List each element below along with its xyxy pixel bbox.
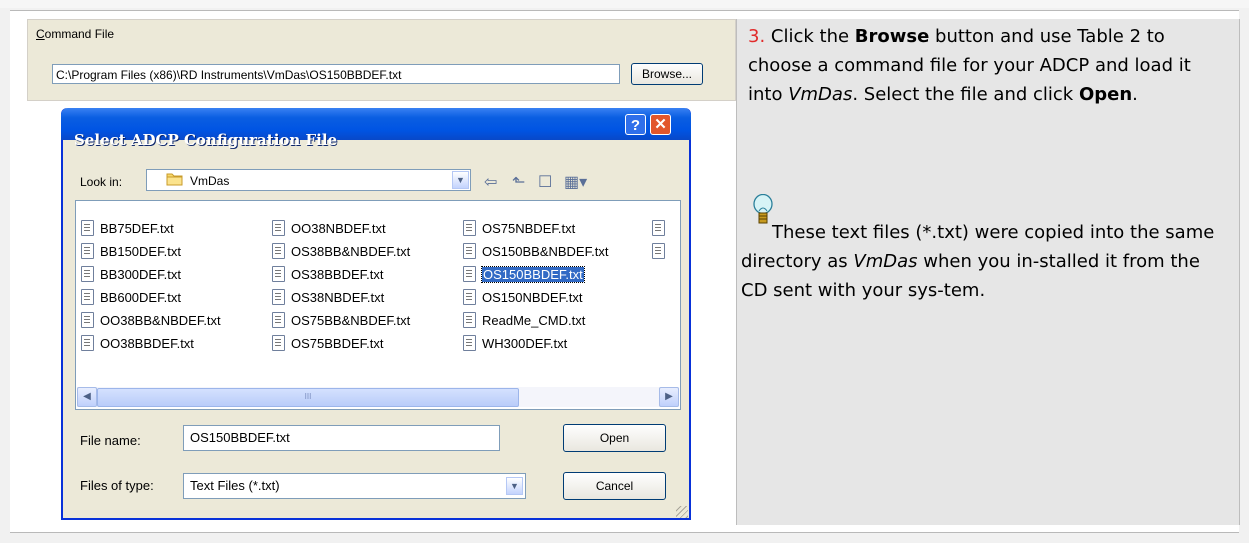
file-item-label: WH300DEF.txt xyxy=(482,336,568,351)
text-file-icon xyxy=(463,243,476,259)
text-file-icon xyxy=(81,312,94,328)
file-item[interactable]: BB600DEF.txt xyxy=(81,289,181,307)
scroll-left-icon[interactable]: ◀ xyxy=(77,387,97,407)
file-item-label: OS150BB&NBDEF.txt xyxy=(482,244,609,259)
file-item-label: OS75BB&NBDEF.txt xyxy=(291,313,411,328)
open-button[interactable]: Open xyxy=(563,424,666,452)
file-item[interactable]: OO38BBDEF.txt xyxy=(81,335,194,353)
text-file-icon xyxy=(463,335,476,351)
folder-icon xyxy=(166,173,183,186)
file-item-label: OO38BB&NBDEF.txt xyxy=(100,313,221,328)
file-item-label: BB75DEF.txt xyxy=(100,221,174,236)
file-item-label: OS75NBDEF.txt xyxy=(482,221,576,236)
file-item[interactable]: OS75BB&NBDEF.txt xyxy=(272,312,410,330)
text-file-icon xyxy=(463,266,476,282)
text-file-icon xyxy=(272,266,285,282)
file-item-label: OO38NBDEF.txt xyxy=(291,221,386,236)
command-file-label: Command File xyxy=(36,27,115,41)
help-icon[interactable]: ? xyxy=(625,114,646,135)
scroll-thumb[interactable]: III xyxy=(97,388,519,407)
file-item-label: BB600DEF.txt xyxy=(100,290,181,305)
look-in-label: Look in: xyxy=(80,175,123,189)
file-item-label: OS75BBDEF.txt xyxy=(291,336,384,351)
text-file-icon xyxy=(463,289,476,305)
command-file-group xyxy=(27,19,736,101)
file-item-label: OS38NBDEF.txt xyxy=(291,290,385,305)
file-item[interactable]: BB300DEF.txt xyxy=(81,266,181,284)
scroll-right-icon[interactable]: ▶ xyxy=(659,387,679,407)
text-file-icon xyxy=(81,266,94,282)
text-file-icon xyxy=(272,289,285,305)
look-in-dropdown-arrow[interactable]: ▼ xyxy=(452,171,469,189)
file-item[interactable]: OO38NBDEF.txt xyxy=(272,220,386,238)
text-file-icon xyxy=(272,220,285,236)
file-item[interactable]: ReadMe_CMD.txt xyxy=(463,312,585,330)
file-item-label: OS150NBDEF.txt xyxy=(482,290,583,305)
file-item-label: OS150BBDEF.txt xyxy=(481,266,585,283)
file-item[interactable]: OS38NBDEF.txt xyxy=(272,289,384,307)
file-item-label: OO38BBDEF.txt xyxy=(100,336,194,351)
tip-text: These text files (*.txt) were copied int… xyxy=(741,222,1215,301)
file-item[interactable]: OS75NBDEF.txt xyxy=(463,220,575,238)
text-file-icon xyxy=(272,335,285,351)
text-file-icon xyxy=(272,312,285,328)
look-in-value: VmDas xyxy=(190,174,230,188)
resize-grip[interactable] xyxy=(676,506,688,518)
file-item-clipped[interactable] xyxy=(652,220,671,238)
text-file-icon xyxy=(81,289,94,305)
file-item-label: ReadMe_CMD.txt xyxy=(482,313,586,328)
text-file-icon xyxy=(81,335,94,351)
files-of-type-select[interactable]: Text Files (*.txt) xyxy=(183,473,526,499)
file-item[interactable]: OS150NBDEF.txt xyxy=(463,289,582,307)
file-item[interactable]: OS38BB&NBDEF.txt xyxy=(272,243,410,261)
files-of-type-label: Files of type: xyxy=(80,478,154,493)
file-item-clipped[interactable] xyxy=(652,243,671,261)
step-instruction: 3. Click the Browse button and use Table… xyxy=(748,26,1191,105)
file-item[interactable]: OS75BBDEF.txt xyxy=(272,335,383,353)
cancel-button[interactable]: Cancel xyxy=(563,472,666,500)
text-file-icon xyxy=(463,220,476,236)
file-item-label: OS38BB&NBDEF.txt xyxy=(291,244,411,259)
view-menu-icon[interactable]: ▦▾ xyxy=(564,172,587,192)
file-item[interactable]: OO38BB&NBDEF.txt xyxy=(81,312,221,330)
new-folder-icon[interactable]: ☐ xyxy=(538,172,552,192)
text-file-icon xyxy=(81,243,94,259)
file-item[interactable]: BB150DEF.txt xyxy=(81,243,181,261)
command-file-path-input[interactable]: C:\Program Files (x86)\RD Instruments\Vm… xyxy=(52,64,620,84)
close-icon[interactable]: ✕ xyxy=(650,114,671,135)
browse-button[interactable]: Browse... xyxy=(631,63,703,85)
files-of-type-dropdown-arrow[interactable]: ▼ xyxy=(506,477,523,495)
file-name-input[interactable]: OS150BBDEF.txt xyxy=(183,425,500,451)
dialog-title: Select ADCP Configuration File xyxy=(74,131,338,149)
text-file-icon xyxy=(272,243,285,259)
file-item-label: OS38BBDEF.txt xyxy=(291,267,384,282)
file-item[interactable]: WH300DEF.txt xyxy=(463,335,567,353)
horizontal-scrollbar[interactable]: ◀ III ▶ xyxy=(77,387,679,407)
up-folder-icon[interactable]: ⬑ xyxy=(512,172,525,192)
back-icon[interactable]: ⇦ xyxy=(484,172,497,192)
file-name-label: File name: xyxy=(80,433,141,448)
page-top-strip xyxy=(0,0,1249,8)
text-file-icon xyxy=(463,312,476,328)
text-file-icon xyxy=(81,220,94,236)
file-item[interactable]: BB75DEF.txt xyxy=(81,220,174,238)
file-item[interactable]: OS150BBDEF.txt xyxy=(463,266,585,284)
step-number: 3. xyxy=(748,26,766,47)
file-item-label: BB150DEF.txt xyxy=(100,244,181,259)
file-item[interactable]: OS38BBDEF.txt xyxy=(272,266,383,284)
file-item-label: BB300DEF.txt xyxy=(100,267,181,282)
file-item[interactable]: OS150BB&NBDEF.txt xyxy=(463,243,608,261)
